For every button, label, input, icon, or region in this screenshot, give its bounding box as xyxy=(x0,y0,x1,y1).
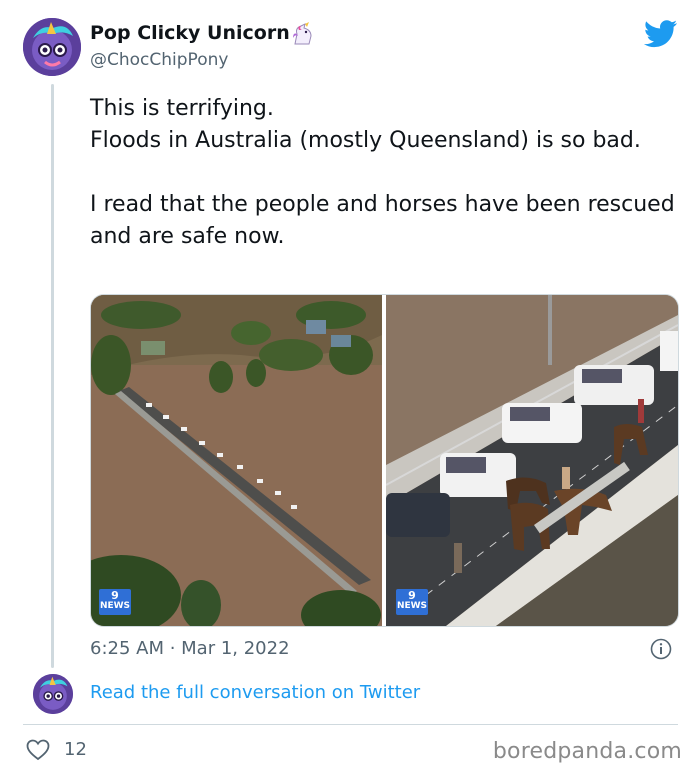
unicorn-emoji-icon xyxy=(293,22,312,45)
author-handle[interactable]: @ChocChipPony xyxy=(90,50,228,70)
heart-icon[interactable] xyxy=(26,739,50,761)
photo-flooded-bridge[interactable]: 9 NEWS xyxy=(91,295,382,626)
conversation-avatar[interactable] xyxy=(33,674,73,714)
tweet-timestamp[interactable]: 6:25 AM · Mar 1, 2022 xyxy=(90,638,290,659)
unicorn-avatar-icon xyxy=(33,674,73,714)
nine-news-logo: 9 NEWS xyxy=(396,589,428,615)
media-grid: 9 NEWS 9 NEWS xyxy=(90,294,679,627)
info-icon[interactable] xyxy=(650,638,672,660)
author-avatar[interactable] xyxy=(23,18,81,76)
unicorn-avatar-icon xyxy=(23,18,81,76)
like-count: 12 xyxy=(64,739,87,760)
twitter-bird-icon[interactable] xyxy=(644,20,678,48)
nine-news-logo: 9 NEWS xyxy=(99,589,131,615)
tweet-card: Pop Clicky Unicorn @ChocChipPony This is… xyxy=(0,0,700,778)
read-full-conversation-link[interactable]: Read the full conversation on Twitter xyxy=(90,682,420,703)
photo-horses-on-bridge[interactable]: 9 NEWS xyxy=(385,295,678,626)
flooded-bridge-aerial-photo-icon xyxy=(91,295,382,626)
horses-on-bridge-photo-icon xyxy=(385,295,678,626)
author-display-name[interactable]: Pop Clicky Unicorn xyxy=(90,22,290,44)
divider xyxy=(23,724,678,725)
boredpanda-watermark: boredpanda.com xyxy=(492,739,682,764)
thread-line xyxy=(51,84,54,668)
tweet-text: This is terrifying. Floods in Australia … xyxy=(90,96,675,249)
